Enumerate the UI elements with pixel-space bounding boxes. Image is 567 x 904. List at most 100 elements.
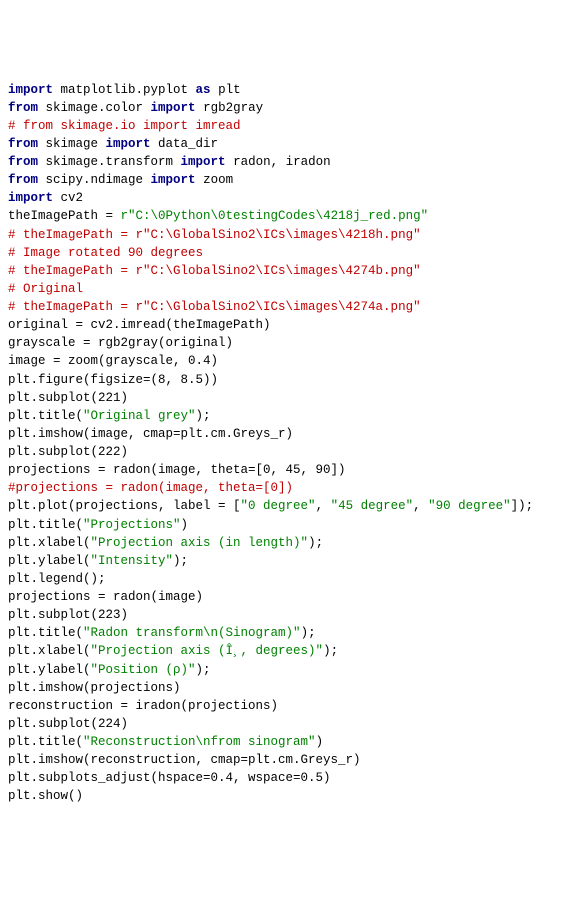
code-line: plt.subplot(221) <box>8 389 559 407</box>
code-token: plt.ylabel( <box>8 663 91 677</box>
code-token: plt.plot(projections, label = [ <box>8 499 241 513</box>
code-token: plt.subplot(222) <box>8 445 128 459</box>
code-line: from scipy.ndimage import zoom <box>8 171 559 189</box>
code-line: projections = radon(image, theta=[0, 45,… <box>8 461 559 479</box>
code-token: ]); <box>511 499 534 513</box>
code-token: plt.ylabel( <box>8 554 91 568</box>
code-token: ) <box>316 735 324 749</box>
code-line: plt.imshow(reconstruction, cmap=plt.cm.G… <box>8 751 559 769</box>
code-token: plt.subplot(224) <box>8 717 128 731</box>
code-line: projections = radon(image) <box>8 588 559 606</box>
code-block: import matplotlib.pyplot as pltfrom skim… <box>8 81 559 806</box>
code-token: # theImagePath = r"C:\GlobalSino2\ICs\im… <box>8 264 421 278</box>
code-token: plt.imshow(reconstruction, cmap=plt.cm.G… <box>8 753 361 767</box>
code-token: scipy.ndimage <box>38 173 151 187</box>
code-token: skimage <box>38 137 106 151</box>
code-token: image = zoom(grayscale, 0.4) <box>8 354 218 368</box>
code-line: original = cv2.imread(theImagePath) <box>8 316 559 334</box>
code-token: from <box>8 155 38 169</box>
code-token: ); <box>196 663 211 677</box>
code-line: plt.subplot(222) <box>8 443 559 461</box>
code-line: image = zoom(grayscale, 0.4) <box>8 352 559 370</box>
code-token: #projections = radon(image, theta=[0]) <box>8 481 293 495</box>
code-token: "Projections" <box>83 518 181 532</box>
code-token: "Position (ρ)" <box>91 663 196 677</box>
code-token: , <box>316 499 331 513</box>
code-line: plt.title("Projections") <box>8 516 559 534</box>
code-token: plt <box>211 83 241 97</box>
code-line: plt.xlabel("Projection axis (in length)"… <box>8 534 559 552</box>
code-token: plt.subplot(221) <box>8 391 128 405</box>
code-line: # from skimage.io import imread <box>8 117 559 135</box>
code-token: cv2 <box>53 191 83 205</box>
code-token: zoom <box>196 173 234 187</box>
code-token: plt.subplot(223) <box>8 608 128 622</box>
code-token: ); <box>301 626 316 640</box>
code-line: plt.imshow(image, cmap=plt.cm.Greys_r) <box>8 425 559 443</box>
code-line: plt.ylabel("Intensity"); <box>8 552 559 570</box>
code-line: # theImagePath = r"C:\GlobalSino2\ICs\im… <box>8 226 559 244</box>
code-token: from <box>8 137 38 151</box>
code-token: data_dir <box>151 137 219 151</box>
code-token: r"C:\0Python\0testingCodes\4218j_red.png… <box>121 209 429 223</box>
code-line: # theImagePath = r"C:\GlobalSino2\ICs\im… <box>8 298 559 316</box>
code-line: # Image rotated 90 degrees <box>8 244 559 262</box>
code-token: plt.title( <box>8 626 83 640</box>
code-token: "90 degree" <box>428 499 511 513</box>
code-line: #projections = radon(image, theta=[0]) <box>8 479 559 497</box>
code-token: # Image rotated 90 degrees <box>8 246 203 260</box>
code-token: plt.xlabel( <box>8 536 91 550</box>
code-token: # Original <box>8 282 83 296</box>
code-token: , <box>413 499 428 513</box>
code-token: reconstruction = iradon(projections) <box>8 699 278 713</box>
code-token: ); <box>323 644 338 658</box>
code-line: plt.title("Original grey"); <box>8 407 559 425</box>
code-token: plt.figure(figsize=(8, 8.5)) <box>8 373 218 387</box>
code-token: ) <box>181 518 189 532</box>
code-token: plt.title( <box>8 409 83 423</box>
code-token: ); <box>196 409 211 423</box>
code-line: plt.legend(); <box>8 570 559 588</box>
code-line: plt.subplot(223) <box>8 606 559 624</box>
code-token: import <box>151 101 196 115</box>
code-token: ); <box>308 536 323 550</box>
code-token: grayscale = rgb2gray(original) <box>8 336 233 350</box>
code-line: plt.imshow(projections) <box>8 679 559 697</box>
code-token: "Intensity" <box>91 554 174 568</box>
code-line: from skimage import data_dir <box>8 135 559 153</box>
code-token: plt.title( <box>8 735 83 749</box>
code-line: # theImagePath = r"C:\GlobalSino2\ICs\im… <box>8 262 559 280</box>
code-line: from skimage.color import rgb2gray <box>8 99 559 117</box>
code-line: reconstruction = iradon(projections) <box>8 697 559 715</box>
code-token: "Radon transform\n(Sinogram)" <box>83 626 301 640</box>
code-line: plt.title("Reconstruction\nfrom sinogram… <box>8 733 559 751</box>
code-line: plt.figure(figsize=(8, 8.5)) <box>8 371 559 389</box>
code-token: skimage.transform <box>38 155 181 169</box>
code-token: projections = radon(image) <box>8 590 203 604</box>
code-line: plt.title("Radon transform\n(Sinogram)")… <box>8 624 559 642</box>
code-token: from <box>8 101 38 115</box>
code-line: theImagePath = r"C:\0Python\0testingCode… <box>8 207 559 225</box>
code-token: theImagePath = <box>8 209 121 223</box>
code-token: original = cv2.imread(theImagePath) <box>8 318 271 332</box>
code-line: plt.ylabel("Position (ρ)"); <box>8 661 559 679</box>
code-line: plt.subplot(224) <box>8 715 559 733</box>
code-line: grayscale = rgb2gray(original) <box>8 334 559 352</box>
code-line: plt.xlabel("Projection axis (Î¸, degrees… <box>8 642 559 660</box>
code-token: "0 degree" <box>241 499 316 513</box>
code-token: plt.legend(); <box>8 572 106 586</box>
code-line: # Original <box>8 280 559 298</box>
code-line: from skimage.transform import radon, ira… <box>8 153 559 171</box>
code-token: radon, iradon <box>226 155 331 169</box>
code-token: # theImagePath = r"C:\GlobalSino2\ICs\im… <box>8 228 421 242</box>
code-token: ); <box>173 554 188 568</box>
code-token: plt.show() <box>8 789 83 803</box>
code-token: # theImagePath = r"C:\GlobalSino2\ICs\im… <box>8 300 421 314</box>
code-token: "45 degree" <box>331 499 414 513</box>
code-line: plt.plot(projections, label = ["0 degree… <box>8 497 559 515</box>
code-token: matplotlib.pyplot <box>53 83 196 97</box>
code-token: plt.xlabel( <box>8 644 91 658</box>
code-line: import matplotlib.pyplot as plt <box>8 81 559 99</box>
code-token: "Projection axis (Î¸, degrees)" <box>91 644 324 658</box>
code-token: "Projection axis (in length)" <box>91 536 309 550</box>
